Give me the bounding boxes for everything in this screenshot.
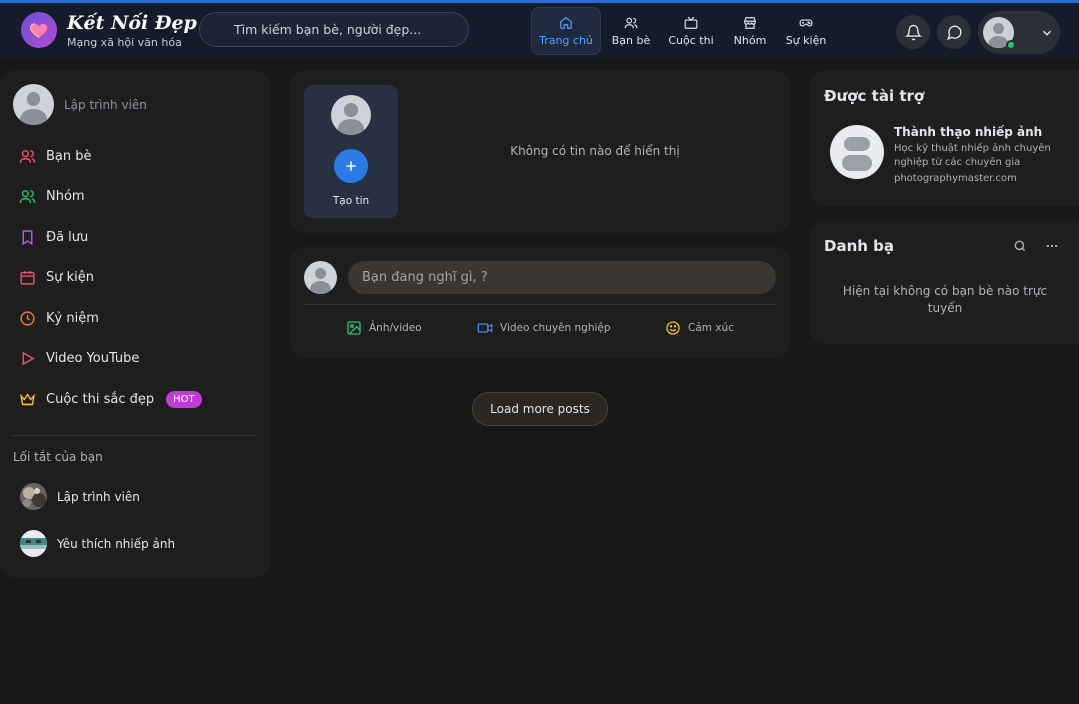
more-horizontal-icon[interactable] (1045, 239, 1059, 253)
sidebar-item-label: Bạn bè (46, 148, 92, 164)
calendar-icon (20, 270, 35, 285)
bell-icon (904, 24, 922, 40)
nav-events[interactable]: Sự kiện (784, 7, 828, 55)
shortcut-item[interactable]: Lập trình viên (20, 483, 140, 510)
sidebar-item-label: Nhóm (46, 188, 85, 204)
home-icon (560, 16, 572, 29)
photo-video-button[interactable]: Ảnh/video (346, 320, 422, 336)
shortcut-label: Lập trình viên (57, 489, 140, 504)
nav-label: Bạn bè (611, 33, 651, 47)
store-icon (744, 16, 756, 29)
image-icon (347, 321, 361, 335)
nav-label: Trang chủ (539, 33, 593, 47)
avatar (331, 95, 371, 135)
create-story-button[interactable] (334, 149, 368, 183)
plus-icon (346, 161, 356, 171)
divider (13, 435, 257, 436)
group-icon (19, 189, 36, 203)
sidebar-user-name: Lập trình viên (64, 97, 147, 112)
divider (304, 304, 776, 305)
sidebar-item-label: Video YouTube (46, 350, 140, 366)
shortcut-label: Yêu thích nhiếp ảnh (57, 536, 176, 551)
tv-icon (684, 16, 698, 29)
sidebar-item-label: Cuộc thi sắc đẹp (46, 391, 155, 407)
gamepad-icon (799, 19, 813, 26)
sidebar-profile-link[interactable]: Lập trình viên (13, 84, 147, 125)
load-more-button[interactable]: Load more posts (472, 392, 608, 426)
play-icon (22, 351, 35, 365)
search-input[interactable] (199, 12, 469, 47)
sidebar-item-label: Sự kiện (46, 269, 95, 285)
profile-menu-button[interactable] (978, 11, 1060, 54)
message-circle-icon (946, 25, 962, 40)
nav-contests[interactable]: Cuộc thi (665, 7, 717, 55)
shortcut-thumbnail (20, 483, 47, 510)
users-icon (19, 149, 36, 163)
pro-video-button[interactable]: Video chuyên nghiệp (477, 320, 611, 336)
sponsor-url[interactable]: photographymaster.com (894, 173, 1017, 184)
nav-label: Sự kiện (785, 33, 827, 47)
search-icon[interactable] (1013, 239, 1027, 253)
sidebar-item-events[interactable]: Sự kiện (19, 265, 94, 289)
sidebar-item-friends[interactable]: Bạn bè (19, 144, 92, 168)
nav-label: Cuộc thi (668, 33, 714, 47)
sponsor-description: Học kỹ thuật nhiếp ảnh chuyên nghiệp từ … (894, 143, 1051, 168)
action-label: Cảm xúc (688, 322, 734, 334)
heart-icon (30, 23, 48, 38)
action-label: Ảnh/video (369, 322, 422, 334)
nav-friends[interactable]: Bạn bè (606, 7, 656, 55)
sidebar-item-label: Kỷ niệm (46, 310, 99, 326)
clock-icon (20, 310, 35, 326)
create-story-label: Tạo tin (332, 195, 370, 207)
top-navbar: Kết Nối Đẹp Mạng xã hội văn hóa Trang ch… (0, 0, 1079, 58)
stories-card: Tạo tin Không có tin nào để hiển thị (290, 70, 790, 233)
users-icon (624, 17, 638, 28)
post-composer: Ảnh/video Video chuyên nghiệp Cảm xúc (290, 247, 790, 358)
chevron-down-icon (1043, 30, 1051, 36)
sponsored-heading: Được tài trợ (824, 87, 925, 105)
sponsor-name[interactable]: Thành thạo nhiếp ảnh (894, 125, 1042, 139)
online-status-dot (1006, 40, 1016, 50)
notifications-button[interactable] (896, 15, 930, 49)
shortcut-thumbnail (20, 530, 47, 557)
video-icon (477, 323, 493, 333)
shortcuts-heading: Lối tắt của bạn (13, 450, 103, 464)
bookmark-icon (22, 229, 33, 245)
nav-label: Nhóm (733, 33, 767, 47)
sponsored-card: Được tài trợ Thành thạo nhiếp ảnh Học kỹ… (810, 70, 1079, 206)
app-logo[interactable] (21, 12, 57, 48)
hot-badge: HOT (166, 390, 202, 408)
empty-contacts-message: Hiện tại không có bạn bè nào trực tuyến (842, 284, 1048, 315)
empty-stories-message: Không có tin nào để hiển thị (510, 144, 680, 158)
contacts-card: Danh bạ Hiện tại không có bạn bè nào trự… (810, 220, 1079, 344)
crown-icon (20, 392, 35, 405)
sidebar-item-beauty-contest[interactable]: Cuộc thi sắc đẹp HOT (19, 387, 202, 411)
messages-button[interactable] (937, 15, 971, 49)
sidebar-item-saved[interactable]: Đã lưu (19, 225, 88, 249)
create-story-card[interactable]: Tạo tin (304, 85, 398, 218)
sidebar-item-label: Đã lưu (46, 229, 89, 245)
left-sidebar: Lập trình viên Bạn bè Nhóm Đã lưu Sự kiệ… (0, 70, 270, 578)
feeling-button[interactable]: Cảm xúc (665, 320, 734, 336)
nav-groups[interactable]: Nhóm (730, 7, 770, 55)
sidebar-item-memories[interactable]: Kỷ niệm (19, 306, 99, 330)
shortcut-item[interactable]: Yêu thích nhiếp ảnh (20, 530, 175, 557)
avatar (304, 261, 337, 294)
brand-subtitle: Mạng xã hội văn hóa (67, 36, 182, 49)
sidebar-item-groups[interactable]: Nhóm (19, 184, 85, 208)
contacts-heading: Danh bạ (824, 237, 895, 255)
sidebar-item-youtube[interactable]: Video YouTube (19, 346, 139, 370)
smile-icon (666, 321, 680, 335)
sponsor-image[interactable] (830, 125, 884, 179)
post-input[interactable] (348, 261, 776, 294)
action-label: Video chuyên nghiệp (500, 322, 611, 334)
brand-title: Kết Nối Đẹp (67, 12, 197, 34)
nav-home[interactable]: Trang chủ (531, 7, 601, 55)
avatar (13, 84, 54, 125)
